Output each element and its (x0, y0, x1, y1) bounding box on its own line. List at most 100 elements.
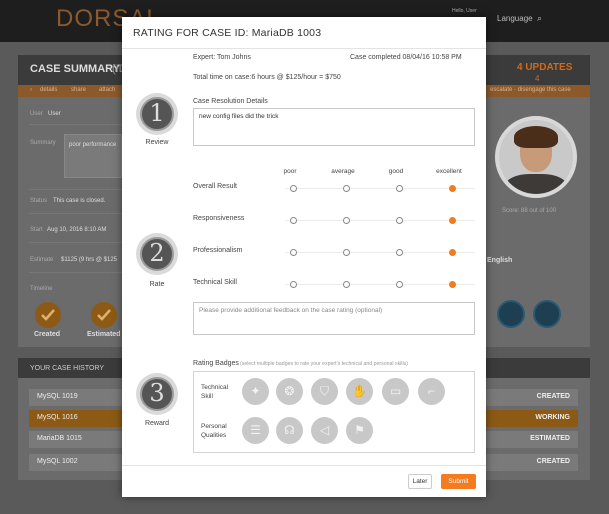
step-3-label: Reward (144, 420, 170, 427)
language-menu[interactable]: Language (497, 14, 533, 23)
criterion-technical-skill: Technical Skill (193, 279, 237, 286)
history-status: CREATED (536, 393, 570, 400)
history-name: MySQL 1016 (37, 414, 78, 421)
rating-radio[interactable] (343, 217, 350, 224)
rating-radio[interactable] (396, 281, 403, 288)
rating-radio[interactable] (290, 281, 297, 288)
expert-badge-checklist-icon (497, 300, 525, 328)
rating-radio[interactable] (343, 281, 350, 288)
badge-shield-icon[interactable]: ⛉ (311, 378, 338, 405)
technical-skill-badges-label: Technical Skill (201, 384, 229, 400)
step-2-circle: 2 (136, 233, 178, 275)
badge-megaphone-icon[interactable]: ◁ (311, 417, 338, 444)
rating-radio[interactable] (449, 249, 456, 256)
expert-badge-megaphone-icon (533, 300, 561, 328)
field-value-status: This case is closed. (53, 198, 106, 204)
strip-link-attach[interactable]: attach (99, 87, 115, 93)
history-name: MySQL 1019 (37, 393, 78, 400)
timeline-label-estimated: Estimated (87, 331, 121, 338)
criterion-row-line (285, 252, 475, 253)
rating-radio[interactable] (343, 185, 350, 192)
expert-score: Score: 88 out of 100 (502, 208, 557, 214)
rating-badges-label: Rating Badges (193, 360, 239, 367)
updates-menu[interactable]: 4 UPDATES (517, 62, 572, 73)
badge-thumbs-up-icon[interactable]: ✋ (346, 378, 373, 405)
criterion-row-line (285, 220, 475, 221)
badge-checklist-icon[interactable]: ☰ (242, 417, 269, 444)
rating-radio[interactable] (396, 249, 403, 256)
resolution-label: Case Resolution Details (193, 98, 268, 105)
modal-header-divider (122, 48, 486, 49)
total-time-cost: Total time on case:6 hours @ $125/hour =… (193, 74, 341, 81)
field-value-start: Aug 10, 2016 8:10 AM (47, 227, 107, 233)
divider (29, 272, 122, 273)
badge-wizard-icon[interactable]: ✦ (242, 378, 269, 405)
rating-radio[interactable] (290, 185, 297, 192)
field-value-estimate: $1125 (9 hrs @ $125 (61, 257, 118, 263)
scale-good: good (388, 168, 404, 175)
badge-stairs-icon[interactable]: ⌐ (418, 378, 445, 405)
step-2-label: Rate (149, 281, 165, 288)
rating-radio[interactable] (449, 281, 456, 288)
badge-speaking-head-icon[interactable]: ☊ (276, 417, 303, 444)
strip-link-share[interactable]: share (71, 87, 86, 93)
personal-qualities-badges-label: Personal Qualities (201, 423, 227, 439)
timeline-label-created: Created (34, 331, 61, 338)
criterion-row-line (285, 188, 475, 189)
field-value-summary: poor performance (69, 142, 117, 148)
additional-feedback-field[interactable]: Please provide additional feedback on th… (193, 302, 475, 335)
step-1-number: 1 (140, 97, 174, 131)
scale-excellent: excellent (436, 168, 462, 175)
expert-language: English (487, 257, 513, 264)
history-status: ESTIMATED (530, 435, 570, 442)
field-label-summary: Summary (30, 140, 56, 146)
divider (29, 242, 122, 243)
step-2-number: 2 (140, 237, 174, 271)
criterion-responsiveness: Responsiveness (193, 215, 245, 222)
rating-radio[interactable] (396, 185, 403, 192)
history-name: MariaDB 1015 (37, 435, 82, 442)
rating-modal: RATING FOR CASE ID: MariaDB 1003 Expert:… (122, 17, 486, 497)
criterion-professionalism: Professionalism (193, 247, 243, 254)
criterion-overall-result: Overall Result (193, 183, 237, 190)
divider (29, 189, 122, 190)
strip-link-details[interactable]: details (40, 87, 57, 93)
divider (29, 213, 122, 214)
case-history-title: YOUR CASE HISTORY (30, 365, 105, 372)
step-3-circle: 3 (136, 373, 178, 415)
step-3-number: 3 (140, 377, 174, 411)
modal-footer-divider (122, 465, 486, 466)
step-1-label: Review (145, 139, 169, 146)
rating-radio[interactable] (343, 249, 350, 256)
rating-radio[interactable] (290, 217, 297, 224)
search-icon[interactable]: ⌕ (537, 13, 542, 24)
strip-link-escalate[interactable]: escalate · disengage this case (490, 87, 571, 93)
field-label-timeline: Timeline (30, 286, 53, 292)
updates-count-badge: 4 (535, 74, 540, 83)
greeting: Hello, User (452, 8, 477, 14)
resolution-details-field[interactable]: new config files did the trick (193, 108, 475, 146)
scale-average: average (331, 168, 355, 175)
later-button[interactable]: Later (408, 474, 432, 489)
summary-box (64, 134, 122, 178)
case-summary-title: CASE SUMMARY (30, 63, 121, 75)
rating-radio[interactable] (449, 217, 456, 224)
badge-devices-icon[interactable]: ▭ (382, 378, 409, 405)
case-completed-date: Case completed 08/04/16 10:58 PM (350, 54, 462, 61)
submit-button[interactable]: Submit (441, 474, 476, 489)
field-label-estimate: Estimate (30, 257, 54, 263)
rating-badges-hint: (select multiple badges to rate your exp… (240, 361, 408, 367)
expert-name: Expert: Tom Johns (193, 54, 251, 61)
criterion-row-line (285, 284, 475, 285)
history-status: WORKING (535, 414, 570, 421)
field-value-user: User (48, 111, 61, 117)
field-label-user: User (30, 111, 43, 117)
rating-radio[interactable] (449, 185, 456, 192)
badge-brain-icon[interactable]: ❂ (276, 378, 303, 405)
rating-radio[interactable] (290, 249, 297, 256)
strip-chevron-icon: › (30, 87, 32, 93)
rating-radio[interactable] (396, 217, 403, 224)
scale-poor: poor (283, 168, 297, 175)
step-1-circle: 1 (136, 93, 178, 135)
badge-checkered-flag-icon[interactable]: ⚑ (346, 417, 373, 444)
